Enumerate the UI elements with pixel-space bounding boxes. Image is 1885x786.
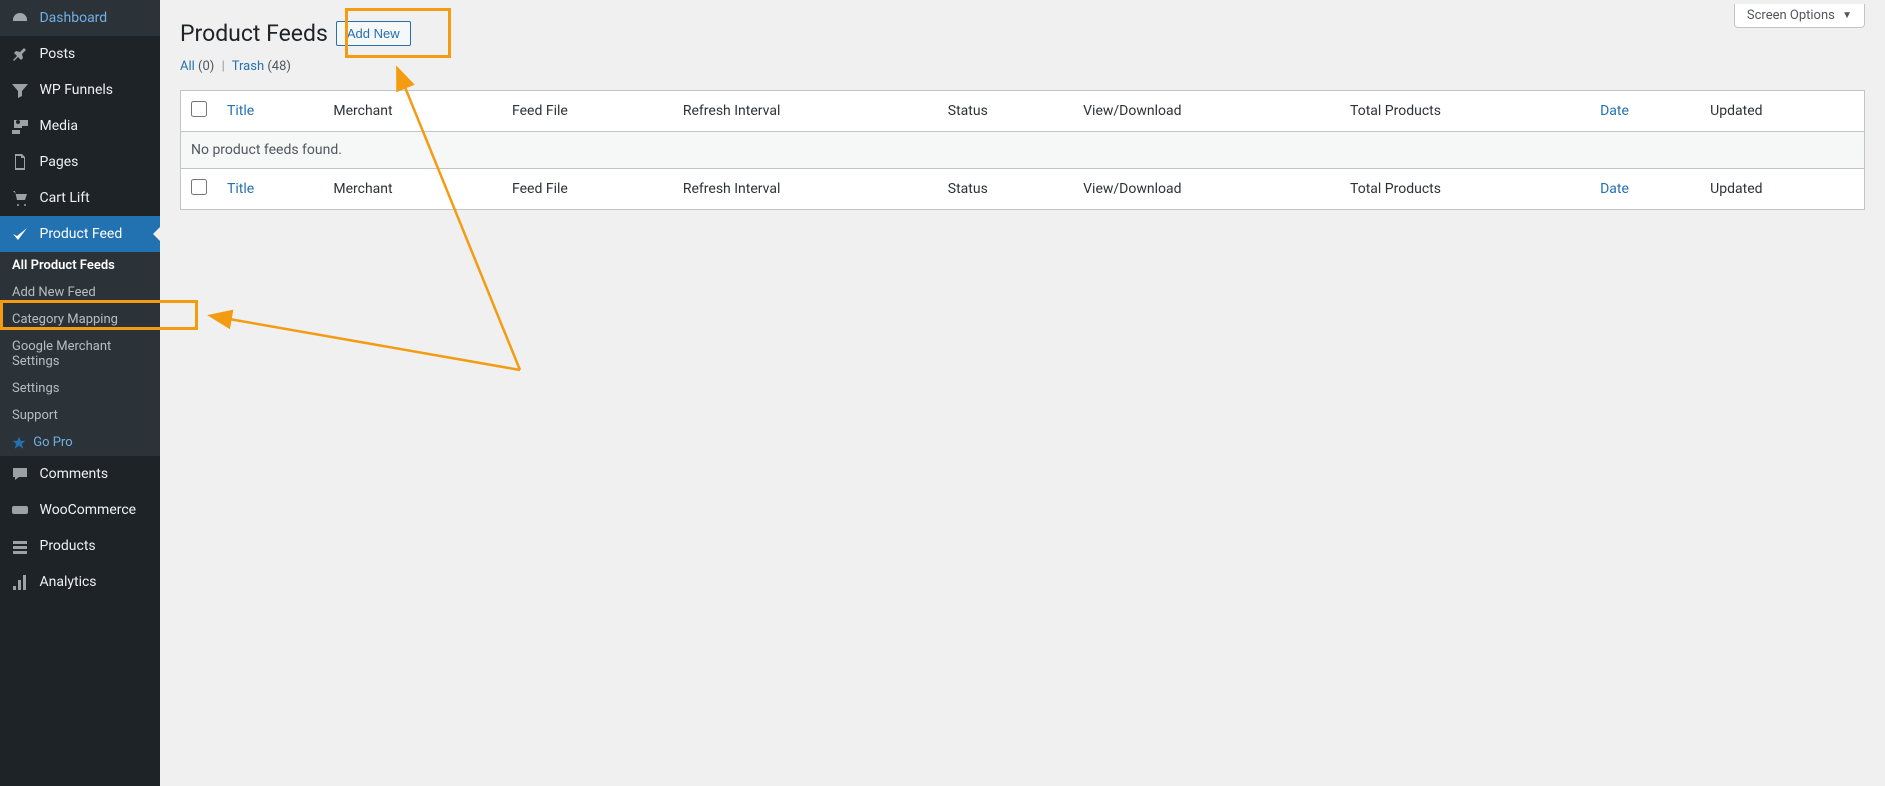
select-all-checkbox[interactable] xyxy=(191,101,207,117)
menu-label: Posts xyxy=(39,46,75,62)
submenu-support[interactable]: Support xyxy=(0,402,160,429)
menu-label: Pages xyxy=(39,154,78,170)
menu-item-woocommerce[interactable]: WooCommerce xyxy=(0,492,160,528)
submenu-add-new-feed[interactable]: Add New Feed xyxy=(0,279,160,306)
filter-links: All (0) | Trash (48) xyxy=(180,59,1865,74)
star-icon xyxy=(12,436,26,450)
col-updated: Updated xyxy=(1700,91,1864,132)
submenu-gopro[interactable]: Go Pro xyxy=(0,429,160,456)
col-status: Status xyxy=(938,91,1073,132)
col-title-footer[interactable]: Title xyxy=(227,181,254,197)
woocommerce-icon xyxy=(10,500,30,520)
filter-all-label: All xyxy=(180,59,195,74)
col-total-products-footer: Total Products xyxy=(1340,169,1590,210)
dashboard-icon xyxy=(10,8,30,28)
filter-all-link[interactable]: All xyxy=(180,59,195,74)
filter-trash-link[interactable]: Trash xyxy=(232,59,264,74)
gopro-label: Go Pro xyxy=(33,435,72,450)
menu-item-posts[interactable]: Posts xyxy=(0,36,160,72)
caret-down-icon: ▼ xyxy=(1842,10,1852,21)
col-feed-file-footer: Feed File xyxy=(502,169,673,210)
select-all-checkbox-footer[interactable] xyxy=(191,179,207,195)
submenu-all-feeds[interactable]: All Product Feeds xyxy=(0,252,160,279)
col-refresh-interval: Refresh Interval xyxy=(673,91,938,132)
col-refresh-interval-footer: Refresh Interval xyxy=(673,169,938,210)
add-new-button[interactable]: Add New xyxy=(336,21,411,46)
submenu-google-merchant[interactable]: Google Merchant Settings xyxy=(0,333,160,375)
menu-item-productfeed[interactable]: Product Feed xyxy=(0,216,160,252)
filter-sep: | xyxy=(222,59,225,74)
menu-label: Comments xyxy=(39,466,108,482)
menu-item-dashboard[interactable]: Dashboard xyxy=(0,0,160,36)
product-feeds-table: Title Merchant Feed File Refresh Interva… xyxy=(180,90,1865,210)
empty-row: No product feeds found. xyxy=(181,132,1865,169)
cart-icon xyxy=(10,188,30,208)
page-title: Product Feeds xyxy=(180,20,328,47)
col-status-footer: Status xyxy=(938,169,1073,210)
filter-trash-label: Trash xyxy=(232,59,264,74)
products-icon xyxy=(10,536,30,556)
submenu-productfeed: All Product Feeds Add New Feed Category … xyxy=(0,252,160,456)
pin-icon xyxy=(10,44,30,64)
comments-icon xyxy=(10,464,30,484)
menu-label: Analytics xyxy=(39,574,96,590)
col-merchant-footer: Merchant xyxy=(323,169,502,210)
menu-item-products[interactable]: Products xyxy=(0,528,160,564)
menu-label: Media xyxy=(39,118,78,134)
col-view-download: View/Download xyxy=(1073,91,1340,132)
col-merchant: Merchant xyxy=(323,91,502,132)
menu-item-wpfunnels[interactable]: WP Funnels xyxy=(0,72,160,108)
pages-icon xyxy=(10,152,30,172)
filter-all-count: (0) xyxy=(198,59,214,74)
analytics-icon xyxy=(10,572,30,592)
feed-icon xyxy=(10,224,30,244)
screen-options-button[interactable]: Screen Options ▼ xyxy=(1734,4,1865,28)
menu-item-analytics[interactable]: Analytics xyxy=(0,564,160,600)
funnel-icon xyxy=(10,80,30,100)
col-date[interactable]: Date xyxy=(1600,103,1629,119)
col-feed-file: Feed File xyxy=(502,91,673,132)
table-footer-row: Title Merchant Feed File Refresh Interva… xyxy=(181,169,1865,210)
menu-label: Dashboard xyxy=(39,10,107,26)
col-title[interactable]: Title xyxy=(227,103,254,119)
menu-item-cartlift[interactable]: Cart Lift xyxy=(0,180,160,216)
submenu-category-mapping[interactable]: Category Mapping xyxy=(0,306,160,333)
col-updated-footer: Updated xyxy=(1700,169,1864,210)
menu-label: Cart Lift xyxy=(39,190,89,206)
empty-message: No product feeds found. xyxy=(181,132,1865,169)
menu-label: WooCommerce xyxy=(39,502,136,518)
screen-options-label: Screen Options xyxy=(1747,8,1835,23)
menu-label: Products xyxy=(39,538,95,554)
table-header-row: Title Merchant Feed File Refresh Interva… xyxy=(181,91,1865,132)
col-view-download-footer: View/Download xyxy=(1073,169,1340,210)
filter-trash-count: (48) xyxy=(267,59,291,74)
submenu-settings[interactable]: Settings xyxy=(0,375,160,402)
menu-item-pages[interactable]: Pages xyxy=(0,144,160,180)
col-date-footer[interactable]: Date xyxy=(1600,181,1629,197)
col-total-products: Total Products xyxy=(1340,91,1590,132)
menu-label: WP Funnels xyxy=(39,82,113,98)
menu-item-media[interactable]: Media xyxy=(0,108,160,144)
menu-item-comments[interactable]: Comments xyxy=(0,456,160,492)
media-icon xyxy=(10,116,30,136)
menu-label: Product Feed xyxy=(39,226,122,242)
